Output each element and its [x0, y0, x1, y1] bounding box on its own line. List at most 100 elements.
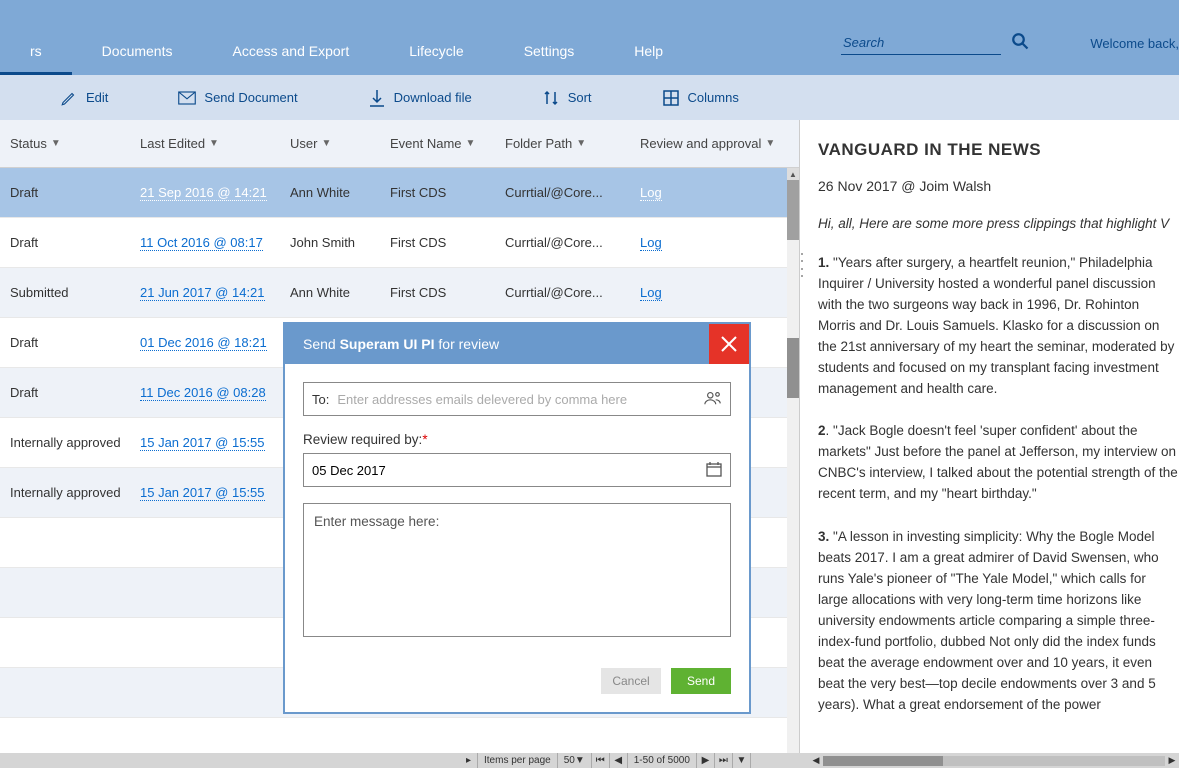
panel-splitter[interactable]: [799, 250, 805, 280]
edit-button[interactable]: Edit: [60, 89, 108, 107]
review-date-input[interactable]: [312, 463, 722, 478]
sort-icon: [542, 89, 560, 107]
cell-status: Draft: [0, 385, 140, 400]
scroll-thumb[interactable]: [787, 180, 799, 240]
sort-label: Sort: [568, 90, 592, 105]
cell-edited[interactable]: 11 Dec 2016 @ 08:28: [140, 385, 290, 401]
to-field[interactable]: To:: [303, 382, 731, 416]
download-icon: [368, 89, 386, 107]
tab-documents[interactable]: Documents: [72, 29, 203, 75]
table-row[interactable]: Submitted21 Jun 2017 @ 14:21Ann WhiteFir…: [0, 268, 799, 318]
col-folder-path[interactable]: Folder Path▼: [505, 136, 630, 151]
send-document-label: Send Document: [204, 90, 297, 105]
welcome-text: Welcome back,: [1090, 36, 1179, 51]
cancel-button[interactable]: Cancel: [601, 668, 661, 694]
tab-access-export[interactable]: Access and Export: [202, 29, 379, 75]
cell-user: Ann White: [290, 185, 390, 200]
to-input[interactable]: [337, 392, 722, 407]
detail-para-3: 3. "A lesson in investing simplicity: Wh…: [818, 527, 1179, 715]
detail-meta: 26 Nov 2017 @ Joim Walsh: [818, 178, 1179, 194]
close-button[interactable]: [709, 324, 749, 364]
col-last-edited[interactable]: Last Edited▼: [140, 136, 290, 151]
col-review[interactable]: Review and approval▼: [630, 136, 790, 151]
pager-first-button[interactable]: ⏮: [592, 753, 610, 768]
detail-para-1: 1. "Years after surgery, a heartfelt reu…: [818, 253, 1179, 399]
col-user[interactable]: User▼: [290, 136, 390, 151]
review-date-field[interactable]: [303, 453, 731, 487]
table-row[interactable]: Draft11 Oct 2016 @ 08:17John SmithFirst …: [0, 218, 799, 268]
scroll-thumb[interactable]: [787, 338, 799, 398]
download-button[interactable]: Download file: [368, 89, 472, 107]
detail-intro: Hi, all, Here are some more press clippi…: [818, 216, 1179, 231]
detail-title: VANGUARD IN THE NEWS: [818, 140, 1179, 160]
vertical-scrollbar[interactable]: ▲: [787, 168, 799, 753]
columns-label: Columns: [688, 90, 739, 105]
send-document-button[interactable]: Send Document: [178, 89, 297, 107]
download-label: Download file: [394, 90, 472, 105]
columns-button[interactable]: Columns: [662, 89, 739, 107]
cell-user: John Smith: [290, 235, 390, 250]
pager-range: 1-50 of 5000: [628, 753, 697, 768]
pager-prev-button[interactable]: ◀: [610, 753, 628, 768]
search-input[interactable]: [841, 31, 1001, 55]
caret-down-icon: ▼: [765, 138, 775, 149]
cell-status: Draft: [0, 235, 140, 250]
cell-edited[interactable]: 11 Oct 2016 @ 08:17: [140, 235, 290, 251]
cell-folder: Currtial/@Core...: [505, 235, 630, 250]
tab-lifecycle[interactable]: Lifecycle: [379, 29, 493, 75]
cell-edited[interactable]: 15 Jan 2017 @ 15:55: [140, 485, 290, 501]
message-textarea[interactable]: [303, 503, 731, 637]
cell-status: Submitted: [0, 285, 140, 300]
cell-status: Internally approved: [0, 435, 140, 450]
cell-edited[interactable]: 01 Dec 2016 @ 18:21: [140, 335, 290, 351]
caret-down-icon: ▼: [576, 138, 586, 149]
horizontal-scrollbar[interactable]: ◀ ▶: [809, 753, 1179, 768]
tab-active[interactable]: rs: [0, 29, 72, 75]
detail-para-2: 2. "Jack Bogle doesn't feel 'super confi…: [818, 421, 1179, 505]
caret-down-icon: ▼: [51, 138, 61, 149]
page-size-select[interactable]: 50 ▼: [558, 753, 592, 768]
pencil-icon: [60, 89, 78, 107]
tab-settings[interactable]: Settings: [494, 29, 605, 75]
col-event-name[interactable]: Event Name▼: [390, 136, 505, 151]
cell-edited[interactable]: 21 Jun 2017 @ 14:21: [140, 285, 290, 301]
cell-event: First CDS: [390, 185, 505, 200]
cell-review[interactable]: Log: [630, 185, 790, 201]
pager-dropdown[interactable]: ▼: [733, 753, 751, 768]
caret-down-icon: ▼: [321, 138, 331, 149]
scroll-right-icon[interactable]: ▶: [1165, 755, 1179, 766]
cell-review[interactable]: Log: [630, 285, 790, 301]
cell-event: First CDS: [390, 235, 505, 250]
hscroll-thumb[interactable]: [823, 756, 943, 766]
cell-edited[interactable]: 15 Jan 2017 @ 15:55: [140, 435, 290, 451]
calendar-icon[interactable]: [706, 461, 722, 480]
pager-next-button[interactable]: ▶: [697, 753, 715, 768]
send-button[interactable]: Send: [671, 668, 731, 694]
pager-first-icon[interactable]: ▸: [460, 753, 478, 768]
tab-help[interactable]: Help: [604, 29, 693, 75]
scroll-left-icon[interactable]: ◀: [809, 755, 823, 766]
scroll-up-icon[interactable]: ▲: [787, 168, 799, 180]
send-review-modal: Send Superam UI PI for review To: Review…: [284, 323, 750, 713]
cell-status: Draft: [0, 185, 140, 200]
col-status[interactable]: Status▼: [0, 136, 140, 151]
table-row[interactable]: Draft21 Sep 2016 @ 14:21Ann WhiteFirst C…: [0, 168, 799, 218]
cell-event: First CDS: [390, 285, 505, 300]
cell-edited[interactable]: 21 Sep 2016 @ 14:21: [140, 185, 290, 201]
cell-folder: Currtial/@Core...: [505, 185, 630, 200]
toolbar: Edit Send Document Download file Sort Co…: [0, 75, 1179, 120]
edit-label: Edit: [86, 90, 108, 105]
cell-status: Internally approved: [0, 485, 140, 500]
envelope-icon: [178, 89, 196, 107]
detail-panel: VANGUARD IN THE NEWS 26 Nov 2017 @ Joim …: [800, 120, 1179, 753]
sort-button[interactable]: Sort: [542, 89, 592, 107]
cell-user: Ann White: [290, 285, 390, 300]
modal-header: Send Superam UI PI for review: [285, 324, 749, 364]
search-icon[interactable]: [1011, 32, 1029, 55]
people-icon[interactable]: [704, 390, 722, 409]
caret-down-icon: ▼: [466, 138, 476, 149]
caret-down-icon: ▼: [209, 138, 219, 149]
cell-review[interactable]: Log: [630, 235, 790, 251]
pager-last-button[interactable]: ⏭: [715, 753, 733, 768]
review-date-label: Review required by:*: [303, 432, 731, 447]
